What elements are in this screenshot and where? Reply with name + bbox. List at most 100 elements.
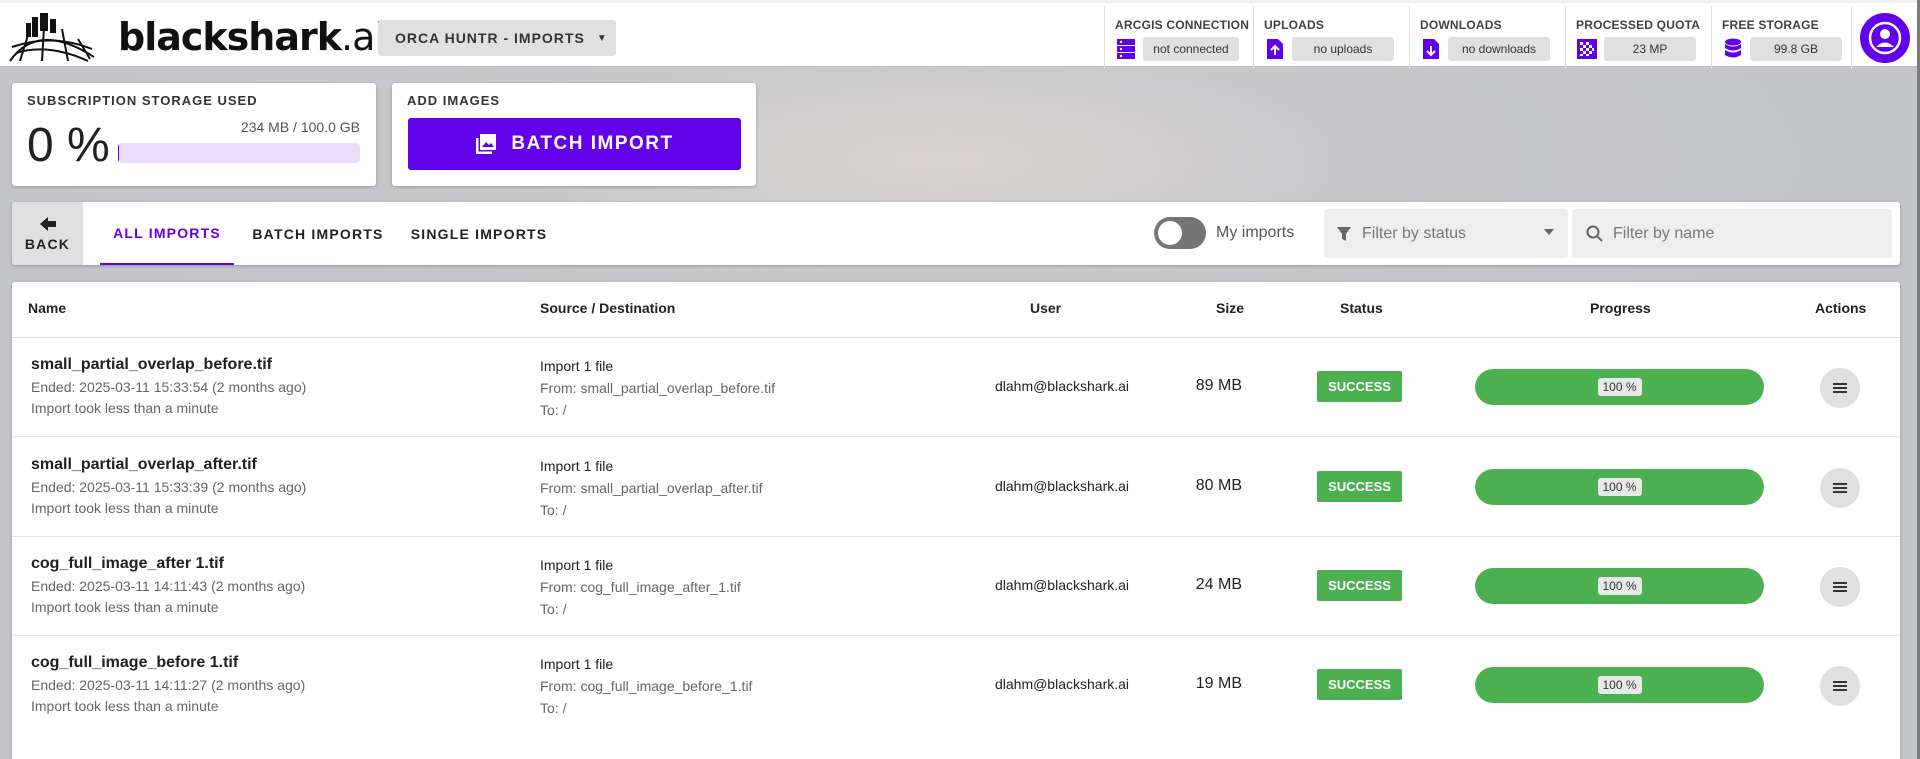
import-duration: Import took less than a minute xyxy=(31,599,219,615)
toggle-track xyxy=(1154,217,1206,249)
menu-icon xyxy=(1833,383,1847,393)
name-cell: small_partial_overlap_before.tif Ended: … xyxy=(31,356,306,416)
arcgis-connection-stat: ARCGIS CONNECTION not connected xyxy=(1104,6,1252,69)
table-row[interactable]: cog_full_image_after 1.tif Ended: 2025-0… xyxy=(12,537,1900,636)
storage-percent: 0 % xyxy=(27,119,110,172)
filter-icon xyxy=(1337,226,1351,241)
status-badge: SUCCESS xyxy=(1317,471,1402,502)
row-actions-button[interactable] xyxy=(1820,567,1860,607)
file-name: small_partial_overlap_before.tif xyxy=(31,356,272,373)
column-header-progress[interactable]: Progress xyxy=(1590,300,1651,316)
user-cell: dlahm@blackshark.ai xyxy=(994,478,1130,494)
source-title: Import 1 file xyxy=(540,557,614,573)
column-header-source[interactable]: Source / Destination xyxy=(540,300,675,316)
server-icon xyxy=(1115,37,1137,61)
downloads-label: DOWNLOADS xyxy=(1420,18,1502,32)
size-cell: 80 MB xyxy=(1195,477,1242,494)
back-button[interactable]: BACK xyxy=(12,202,83,265)
size-cell: 24 MB xyxy=(1195,576,1242,593)
column-header-size[interactable]: Size xyxy=(1216,300,1244,316)
quota-grid-icon xyxy=(1576,37,1598,61)
chevron-down-icon xyxy=(1544,229,1554,235)
my-imports-toggle[interactable]: My imports xyxy=(1154,217,1294,249)
blackshark-globe-logo[interactable] xyxy=(8,13,96,63)
batch-import-button[interactable]: BATCH IMPORT xyxy=(408,118,741,170)
column-header-actions: Actions xyxy=(1815,300,1867,316)
destination-to: To: / xyxy=(540,601,567,617)
storage-card-title: SUBSCRIPTION STORAGE USED xyxy=(27,93,258,108)
table-row[interactable]: small_partial_overlap_before.tif Ended: … xyxy=(12,338,1900,437)
brand-logo-text[interactable]: blackshark.ai xyxy=(118,15,385,59)
brand-name: blackshark xyxy=(118,15,342,59)
processed-quota-stat: PROCESSED QUOTA 23 MP xyxy=(1565,6,1710,69)
name-cell: cog_full_image_before 1.tif Ended: 2025-… xyxy=(31,654,305,714)
destination-to: To: / xyxy=(540,700,567,716)
menu-icon xyxy=(1833,582,1847,592)
download-file-icon xyxy=(1420,37,1442,61)
destination-to: To: / xyxy=(540,402,567,418)
menu-icon xyxy=(1833,681,1847,691)
arrow-left-icon xyxy=(39,216,56,231)
progress-bar: 100 % xyxy=(1475,568,1764,604)
tab-single-imports[interactable]: SINGLE IMPORTS xyxy=(404,202,554,265)
source-title: Import 1 file xyxy=(540,656,614,672)
user-cell: dlahm@blackshark.ai xyxy=(994,378,1130,394)
upload-file-icon xyxy=(1264,37,1286,61)
status-badge: SUCCESS xyxy=(1317,570,1402,601)
add-images-card: ADD IMAGES BATCH IMPORT xyxy=(392,83,756,186)
arcgis-connection-value: not connected xyxy=(1143,37,1239,61)
file-name: cog_full_image_before 1.tif xyxy=(31,654,239,671)
tab-all-imports[interactable]: ALL IMPORTS xyxy=(100,202,234,265)
table-row[interactable]: small_partial_overlap_after.tif Ended: 2… xyxy=(12,438,1900,537)
image-icon xyxy=(476,134,497,154)
menu-icon xyxy=(1833,483,1847,493)
destination-to: To: / xyxy=(540,502,567,518)
source-from: From: small_partial_overlap_after.tif xyxy=(540,480,763,496)
ended-timestamp: Ended: 2025-03-11 15:33:54 (2 months ago… xyxy=(31,379,307,395)
ended-timestamp: Ended: 2025-03-11 14:11:43 (2 months ago… xyxy=(31,578,306,594)
ended-timestamp: Ended: 2025-03-11 15:33:39 (2 months ago… xyxy=(31,479,307,495)
source-from: From: cog_full_image_after_1.tif xyxy=(540,579,741,595)
source-title: Import 1 file xyxy=(540,458,614,474)
row-actions-button[interactable] xyxy=(1820,468,1860,508)
tab-batch-imports[interactable]: BATCH IMPORTS xyxy=(248,202,388,265)
progress-label: 100 % xyxy=(1597,676,1642,694)
back-label: BACK xyxy=(24,235,71,252)
filter-by-name-input[interactable] xyxy=(1613,224,1883,243)
imports-table: Name Source / Destination User Size Stat… xyxy=(12,282,1900,759)
uploads-label: UPLOADS xyxy=(1264,18,1325,32)
uploads-stat: UPLOADS no uploads xyxy=(1253,6,1408,69)
size-cell: 89 MB xyxy=(1195,377,1242,394)
account-icon[interactable] xyxy=(1860,13,1910,63)
free-storage-label: FREE STORAGE xyxy=(1722,18,1819,32)
column-header-status[interactable]: Status xyxy=(1340,300,1383,316)
progress-bar: 100 % xyxy=(1475,469,1764,505)
status-badge: SUCCESS xyxy=(1317,669,1402,700)
processed-quota-value: 23 MP xyxy=(1604,37,1696,61)
downloads-value: no downloads xyxy=(1448,37,1550,61)
import-duration: Import took less than a minute xyxy=(31,400,219,416)
column-header-user[interactable]: User xyxy=(1030,300,1061,316)
storage-size: 234 MB / 100.0 GB xyxy=(240,119,360,135)
batch-import-label: BATCH IMPORT xyxy=(511,133,674,154)
column-header-name[interactable]: Name xyxy=(28,300,66,316)
uploads-value: no uploads xyxy=(1292,37,1394,61)
toggle-knob xyxy=(1158,221,1182,245)
row-actions-button[interactable] xyxy=(1820,666,1860,706)
downloads-stat: DOWNLOADS no downloads xyxy=(1409,6,1564,69)
filter-by-name-field[interactable] xyxy=(1572,209,1892,258)
name-cell: small_partial_overlap_after.tif Ended: 2… xyxy=(31,456,306,516)
row-actions-button[interactable] xyxy=(1820,368,1860,408)
filter-by-status-select[interactable]: Filter by status xyxy=(1324,209,1568,258)
source-cell: Import 1 file From: cog_full_image_after… xyxy=(540,557,741,617)
source-title: Import 1 file xyxy=(540,358,614,374)
source-cell: Import 1 file From: cog_full_image_befor… xyxy=(540,656,752,716)
progress-label: 100 % xyxy=(1597,378,1642,396)
file-name: cog_full_image_after 1.tif xyxy=(31,555,224,572)
table-row[interactable]: cog_full_image_before 1.tif Ended: 2025-… xyxy=(12,636,1900,735)
source-from: From: cog_full_image_before_1.tif xyxy=(540,678,753,694)
size-cell: 19 MB xyxy=(1195,675,1242,692)
project-selector[interactable]: ORCA HUNTR - IMPORTS ▼ xyxy=(378,20,616,56)
ended-timestamp: Ended: 2025-03-11 14:11:27 (2 months ago… xyxy=(31,677,306,693)
status-badge: SUCCESS xyxy=(1317,371,1402,402)
